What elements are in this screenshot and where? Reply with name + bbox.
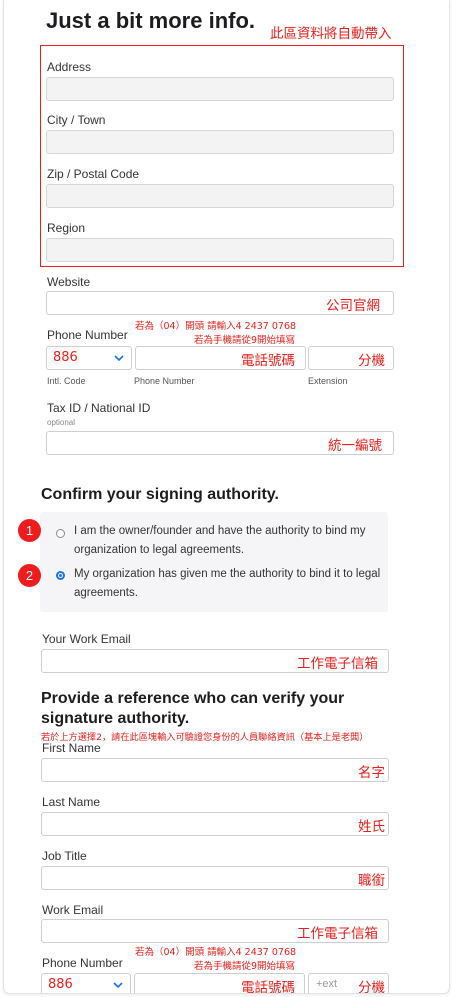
reference-heading-line2: signature authority. — [41, 710, 190, 727]
intl-code-select[interactable]: 886 — [46, 346, 132, 370]
option-1-radio[interactable] — [56, 529, 65, 538]
phone-note-line1: 若為（04）開頭 請輸入4 2437 0768 — [135, 321, 297, 332]
phone-note-line2: 若為手機請從9開始填寫 — [194, 335, 296, 346]
address-input[interactable] — [46, 77, 394, 101]
reference-heading-line1: Provide a reference who can verify your — [41, 690, 345, 707]
first-name-label: First Name — [42, 741, 101, 755]
reference-phone-note-line2: 若為手機請從9開始填寫 — [194, 961, 296, 972]
reference-work-email-label: Work Email — [42, 903, 104, 917]
reference-extension-annotation: 分機 — [358, 980, 385, 994]
reference-intl-code-select[interactable]: 886 — [41, 973, 131, 993]
first-name-input[interactable] — [41, 758, 389, 782]
option-1-text[interactable]: I am the owner/founder and have the auth… — [74, 522, 394, 560]
job-title-input[interactable] — [41, 866, 389, 890]
reference-phone-note-line1: 若為（04）開頭 請輸入4 2437 0768 — [135, 947, 297, 958]
work-email-label: Your Work Email — [42, 632, 131, 646]
page-heading: Just a bit more info. — [46, 8, 256, 33]
job-title-annotation: 職銜 — [358, 873, 385, 889]
intl-code-sublabel: Intl. Code — [47, 376, 86, 386]
city-input[interactable] — [46, 130, 394, 154]
last-name-label: Last Name — [42, 795, 101, 809]
zip-label: Zip / Postal Code — [47, 167, 140, 181]
address-label: Address — [47, 60, 92, 74]
reference-extension-placeholder: +ext — [316, 978, 338, 990]
last-name-input[interactable] — [41, 812, 389, 836]
intl-code-value: 886 — [53, 350, 78, 365]
reference-intl-code-value: 886 — [48, 977, 73, 992]
city-label: City / Town — [47, 113, 106, 127]
last-name-annotation: 姓氏 — [358, 819, 385, 835]
chevron-down-icon — [113, 351, 125, 369]
authority-heading: Confirm your signing authority. — [41, 486, 279, 503]
reference-phone-number-annotation: 電話號碼 — [241, 980, 295, 994]
website-label: Website — [47, 275, 91, 289]
zip-input[interactable] — [46, 184, 394, 208]
website-annotation: 公司官網 — [326, 298, 380, 314]
first-name-annotation: 名字 — [358, 765, 385, 781]
chevron-down-icon — [112, 978, 124, 993]
phone-number-annotation: 電話號碼 — [241, 353, 295, 369]
phone-label: Phone Number — [47, 328, 128, 342]
extension-annotation: 分機 — [358, 353, 385, 369]
option-2-marker: 2 — [18, 564, 41, 587]
page-frame: Just a bit more info. 此區資料將自動帶入 Address … — [3, 0, 450, 994]
tax-id-optional: optional — [47, 418, 76, 427]
phone-number-sublabel: Phone Number — [134, 376, 195, 386]
tax-id-annotation: 統一編號 — [328, 438, 382, 454]
tax-id-label: Tax ID / National ID — [47, 401, 151, 415]
job-title-label: Job Title — [42, 849, 87, 863]
extension-sublabel: Extension — [308, 376, 348, 386]
option-2-text[interactable]: My organization has given me the authori… — [74, 565, 394, 603]
auto-fill-annotation: 此區資料將自動帶入 — [270, 26, 392, 42]
region-input[interactable] — [46, 238, 394, 262]
region-label: Region — [47, 221, 86, 235]
reference-work-email-annotation: 工作電子信箱 — [297, 926, 378, 942]
reference-phone-label: Phone Number — [42, 956, 123, 970]
work-email-annotation: 工作電子信箱 — [297, 656, 378, 672]
option-1-marker: 1 — [18, 519, 41, 542]
option-2-radio[interactable] — [56, 571, 65, 580]
